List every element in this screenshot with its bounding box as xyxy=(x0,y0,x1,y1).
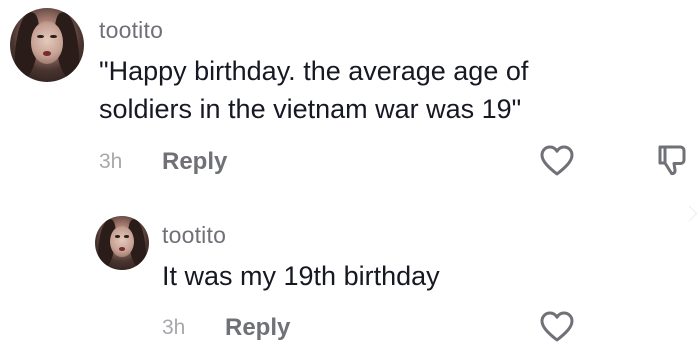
comment-timestamp: 3h xyxy=(162,316,186,339)
like-button[interactable] xyxy=(540,145,574,177)
comment-text-line: soldiers in the vietnam war was 19" xyxy=(99,94,522,124)
avatar-face xyxy=(110,225,134,258)
comment-text-line: "Happy birthday. the average age of xyxy=(99,56,529,86)
reply-button[interactable]: Reply xyxy=(225,314,290,342)
like-button[interactable] xyxy=(540,311,574,343)
divider-chevron xyxy=(681,205,698,222)
avatar[interactable] xyxy=(10,8,84,82)
comment-text: It was my 19th birthday xyxy=(162,261,440,291)
avatar[interactable] xyxy=(95,216,149,270)
comment-timestamp: 3h xyxy=(99,150,123,173)
heart-icon xyxy=(540,145,574,176)
dislike-icon xyxy=(658,145,686,176)
dislike-button[interactable] xyxy=(657,143,687,177)
avatar-eye xyxy=(49,34,57,39)
heart-icon xyxy=(540,311,574,342)
reply-button[interactable]: Reply xyxy=(162,148,227,176)
comments-panel: tootito "Happy birthday. the average age… xyxy=(0,0,700,358)
comment-username[interactable]: tootito xyxy=(99,17,163,44)
comment-username[interactable]: tootito xyxy=(162,222,226,249)
